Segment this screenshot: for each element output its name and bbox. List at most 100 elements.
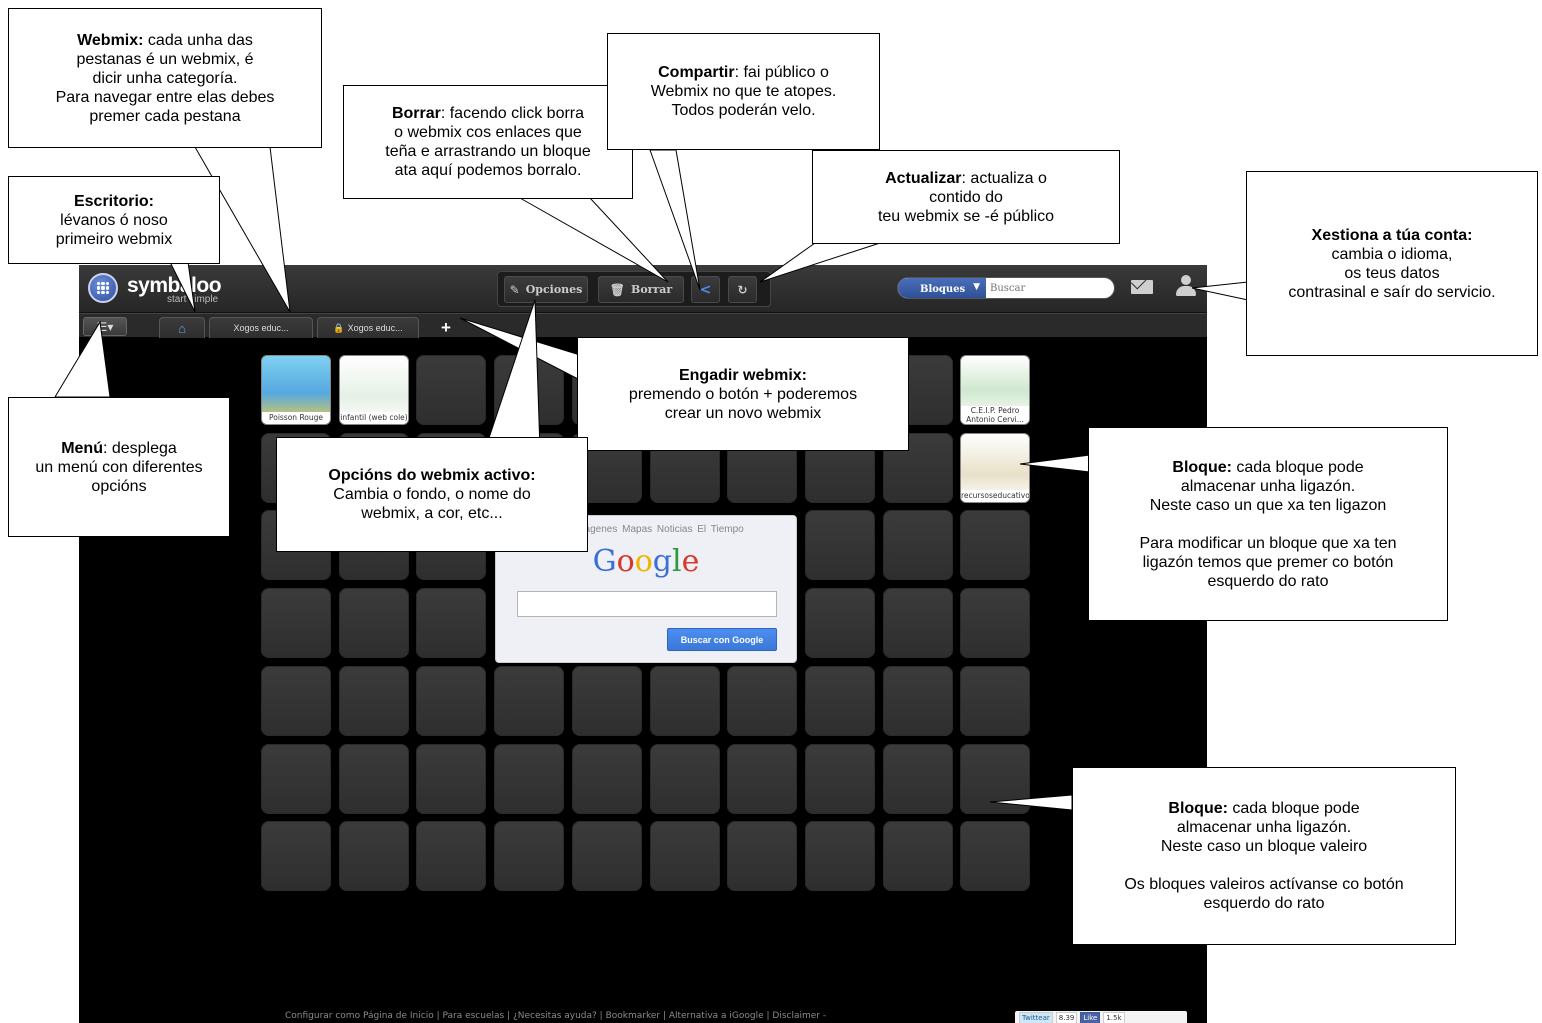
- empty-block[interactable]: [261, 588, 331, 658]
- plus-icon: +: [441, 317, 451, 337]
- google-search-button[interactable]: Buscar con Google: [667, 628, 777, 651]
- empty-block[interactable]: [883, 510, 953, 580]
- search-scope-label: Bloques: [920, 283, 966, 295]
- mail-icon[interactable]: [1131, 280, 1153, 294]
- empty-block[interactable]: [572, 821, 642, 891]
- empty-block[interactable]: [650, 666, 720, 736]
- empty-block[interactable]: [727, 821, 797, 891]
- edit-icon: ✎: [509, 282, 520, 297]
- add-webmix-button[interactable]: +: [429, 317, 463, 338]
- callout-escritorio: Escritorio: lévanos ó noso primeiro webmi…: [8, 176, 220, 264]
- home-icon: ⌂: [178, 320, 186, 336]
- empty-block[interactable]: [960, 821, 1030, 891]
- options-label: Opciones: [525, 283, 583, 296]
- search-box: Bloques ▼: [897, 277, 1115, 299]
- callout-bloque-empty: Bloque: cada bloque pode almacenar unha …: [1072, 767, 1456, 945]
- options-button[interactable]: ✎ Opciones: [504, 276, 588, 303]
- empty-block[interactable]: [261, 666, 331, 736]
- callout-menu: Menú: desplega un menú con diferentes op…: [8, 397, 230, 537]
- empty-block[interactable]: [650, 821, 720, 891]
- block-tile[interactable]: infantil (web cole): [339, 355, 409, 425]
- logo-tagline: start simple: [167, 294, 219, 305]
- empty-block[interactable]: [883, 666, 953, 736]
- empty-block[interactable]: [805, 588, 875, 658]
- callout-title: Engadir webmix:: [678, 366, 808, 384]
- empty-block[interactable]: [650, 744, 720, 814]
- empty-block[interactable]: [261, 744, 331, 814]
- empty-block[interactable]: [339, 821, 409, 891]
- callout-title: Opcións do webmix activo:: [328, 467, 536, 484]
- callout-body: cambia o idioma, os teus datos contrasin…: [1288, 245, 1496, 301]
- empty-block[interactable]: [416, 355, 486, 425]
- like-button[interactable]: Like: [1080, 1012, 1101, 1023]
- callout-body: cada bloque pode almacenar unha ligazón.…: [1124, 800, 1404, 912]
- tab-label: Xogos educ...: [347, 323, 403, 333]
- empty-block[interactable]: [339, 588, 409, 658]
- trash-icon: 🗑: [609, 282, 626, 297]
- callout-borrar: Borrar: facendo click borra o webmix cos…: [343, 85, 633, 199]
- block-tile[interactable]: C.E.I.P. Pedro Antonio Cervi...: [960, 355, 1030, 425]
- tab-webmix-2[interactable]: 🔒 Xogos educ...: [317, 317, 419, 338]
- empty-block[interactable]: [572, 744, 642, 814]
- callout-opcions: Opcións do webmix activo: Cambia o fondo,…: [276, 437, 588, 552]
- twitter-count: 8.39: [1055, 1012, 1078, 1023]
- footer-links[interactable]: Configurar como Página de Inicio | Para …: [285, 1011, 826, 1021]
- tab-webmix-1[interactable]: Xogos educ...: [209, 317, 313, 338]
- callout-xestiona: Xestiona a túa conta: cambia o idioma, os…: [1246, 171, 1538, 356]
- empty-block[interactable]: [416, 666, 486, 736]
- callout-title: Bloque:: [1168, 800, 1228, 817]
- empty-block[interactable]: [727, 744, 797, 814]
- empty-block[interactable]: [727, 666, 797, 736]
- empty-block[interactable]: [339, 666, 409, 736]
- callout-actualizar: Actualizar: actualiza o contido do teu w…: [812, 150, 1120, 244]
- empty-block[interactable]: [416, 821, 486, 891]
- block-caption: Poisson Rouge: [262, 412, 330, 424]
- empty-block[interactable]: [805, 666, 875, 736]
- refresh-button[interactable]: ↻: [728, 276, 757, 303]
- share-icon: <: [699, 281, 712, 298]
- empty-block[interactable]: [960, 510, 1030, 580]
- empty-block[interactable]: [572, 666, 642, 736]
- empty-block[interactable]: [805, 510, 875, 580]
- empty-block[interactable]: [494, 355, 564, 425]
- callout-title: Bloque:: [1172, 458, 1232, 476]
- callout-title: Xestiona a túa conta:: [1311, 226, 1473, 244]
- user-account-icon[interactable]: [1174, 275, 1198, 299]
- empty-block[interactable]: [494, 744, 564, 814]
- empty-block[interactable]: [805, 744, 875, 814]
- google-search-input[interactable]: [517, 591, 777, 617]
- empty-block[interactable]: [883, 821, 953, 891]
- empty-block[interactable]: [339, 744, 409, 814]
- empty-block[interactable]: [960, 744, 1030, 814]
- empty-block[interactable]: [960, 588, 1030, 658]
- empty-block[interactable]: [883, 588, 953, 658]
- social-buttons: Twittear 8.39 Like 1.5k: [1015, 1011, 1187, 1023]
- empty-block[interactable]: [883, 744, 953, 814]
- empty-block[interactable]: [960, 666, 1030, 736]
- callout-title: Borrar: [391, 105, 441, 122]
- tab-home[interactable]: ⌂: [159, 317, 205, 338]
- logo-icon[interactable]: [88, 273, 118, 303]
- menu-button[interactable]: ☰▾: [83, 317, 127, 336]
- empty-block[interactable]: [416, 588, 486, 658]
- block-tile[interactable]: recursoseducativos: [960, 433, 1030, 503]
- share-button[interactable]: <: [691, 276, 720, 303]
- block-caption: C.E.I.P. Pedro Antonio Cervi...: [961, 406, 1029, 424]
- callout-title: Webmix:: [77, 31, 144, 49]
- empty-block[interactable]: [416, 744, 486, 814]
- empty-block[interactable]: [494, 666, 564, 736]
- empty-block[interactable]: [805, 821, 875, 891]
- top-bar: symbaloo start simple ✎ Opciones 🗑 Borra…: [79, 265, 1207, 313]
- callout-webmix: Webmix: cada unha das pestanas é un webm…: [8, 8, 322, 148]
- chevron-down-icon: ▼: [973, 282, 980, 292]
- search-input[interactable]: [990, 278, 1114, 298]
- empty-block[interactable]: [261, 821, 331, 891]
- empty-block[interactable]: [494, 821, 564, 891]
- search-scope-select[interactable]: Bloques ▼: [898, 278, 986, 298]
- twitter-button[interactable]: Twittear: [1019, 1012, 1053, 1023]
- callout-body: lévanos ó noso primeiro webmix: [55, 211, 173, 248]
- callout-title: Compartir: [658, 64, 735, 81]
- callout-body: premendo o botón + poderemos crear un no…: [628, 385, 858, 422]
- delete-button[interactable]: 🗑 Borrar: [598, 276, 684, 303]
- block-tile[interactable]: Poisson Rouge: [261, 355, 331, 425]
